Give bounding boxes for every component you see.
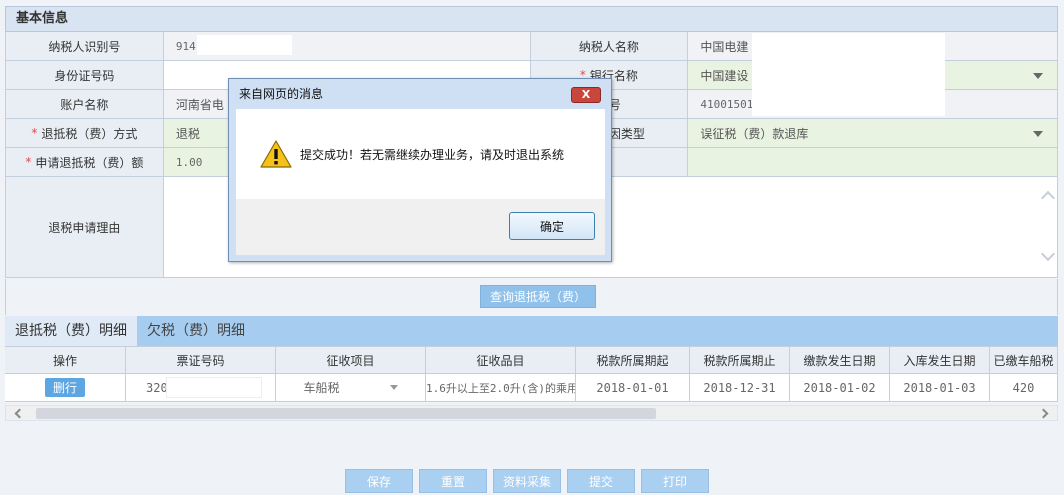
header-period-end: 税款所属期止 [690,347,790,373]
reason-type-select[interactable]: 误征税（费）款退库 [688,119,1058,147]
item-cell[interactable]: 车船税 [276,374,426,401]
table-row: 删行 320 车船税 1.6升以上至2.0升(含)的乘用 2018-01-01 … [5,374,1058,402]
message-dialog: 来自网页的消息 X 提交成功！若无需继续办理业务，请及时退出系统 确定 [228,78,612,262]
sub-item-value: 1.6升以上至2.0升(含)的乘用 [426,381,576,395]
sub-item-cell[interactable]: 1.6升以上至2.0升(含)的乘用 [426,374,576,401]
amount-value: 1.00 [175,155,203,169]
action-cell: 删行 [5,374,126,401]
amount-label: * 申请退抵税（费）额 [6,148,164,176]
refund-method-label-text: 退抵税（费）方式 [41,126,138,141]
dialog-title-bar: 来自网页的消息 X [229,79,611,109]
query-refund-button[interactable]: 查询退抵税（费） [480,285,596,308]
item-value: 车船税 [303,381,340,395]
header-ticket-no: 票证号码 [126,347,276,373]
print-button[interactable]: 打印 [641,469,709,493]
chevron-down-icon [1033,131,1043,137]
header-item: 征收项目 [276,347,426,373]
refund-method-value: 退税 [175,126,200,141]
reset-button[interactable]: 重置 [419,469,487,493]
table-header: 操作 票证号码 征收项目 征收品目 税款所属期起 税款所属期止 缴款发生日期 入… [5,346,1058,374]
header-paid-amount: 已缴车船税 [990,347,1058,373]
paid-amount-cell: 420 [990,374,1058,401]
refund-application-page: 基本信息 纳税人识别号 914 纳税人名称 中国电建 身份证号码 * 银行名称 … [0,0,1064,495]
redaction-mask [166,377,262,398]
scroll-left-icon[interactable] [14,408,25,419]
redaction-mask [196,35,292,55]
submit-button[interactable]: 提交 [567,469,635,493]
tab-arrears-detail[interactable]: 欠税（费）明细 [137,316,255,346]
taxpayer-id-label: 纳税人识别号 [6,32,164,60]
warning-icon [260,140,292,168]
section-title: 基本信息 [5,6,1058,32]
ticket-no-value: 320 [146,380,168,395]
header-sub-item: 征收品目 [426,347,576,373]
pay-date-cell: 2018-01-02 [790,374,890,401]
dialog-message: 提交成功！若无需继续办理业务，请及时退出系统 [300,147,565,162]
scrollbar-thumb[interactable] [36,408,656,419]
dialog-body: 提交成功！若无需继续办理业务，请及时退出系统 确定 [236,109,605,255]
id-card-label: 身份证号码 [6,61,164,89]
required-mark: * [25,155,32,169]
horizontal-scrollbar[interactable] [5,405,1058,421]
reason-label: 退税申请理由 [6,177,164,277]
header-pay-date: 缴款发生日期 [790,347,890,373]
dialog-title: 来自网页的消息 [239,87,324,101]
bank-name-value: 中国建设 [700,68,749,83]
account-name-value: 河南省电 [175,97,224,112]
scroll-down-icon[interactable] [1040,246,1056,262]
collect-data-button[interactable]: 资料采集 [493,469,561,493]
delete-row-button[interactable]: 删行 [44,378,85,397]
dialog-footer: 确定 [236,199,605,255]
detail-table: 操作 票证号码 征收项目 征收品目 税款所属期起 税款所属期止 缴款发生日期 入… [5,346,1058,402]
header-action: 操作 [5,347,126,373]
account-no-value: 410015010 [700,97,760,111]
empty-field [688,148,1058,176]
reason-type-value: 误征税（费）款退库 [700,126,809,141]
close-button[interactable]: X [571,87,601,103]
required-mark: * [31,126,38,140]
taxpayer-id-field[interactable]: 914 [163,32,531,60]
dialog-message-area: 提交成功！若无需继续办理业务，请及时退出系统 [236,109,605,199]
save-button[interactable]: 保存 [345,469,413,493]
header-period-start: 税款所属期起 [576,347,690,373]
scroll-up-icon[interactable] [1040,190,1056,206]
chevron-down-icon [389,385,398,390]
period-start-cell: 2018-01-01 [576,374,690,401]
redaction-mask [752,33,945,116]
scroll-right-icon[interactable] [1038,408,1049,419]
ok-button[interactable]: 确定 [509,212,595,240]
taxpayer-id-value: 914 [175,39,196,53]
account-name-label: 账户名称 [6,90,164,118]
period-end-cell: 2018-12-31 [690,374,790,401]
tab-refund-detail[interactable]: 退抵税（费）明细 [5,316,137,346]
query-row: 查询退抵税（费） [5,279,1058,315]
refund-method-label: * 退抵税（费）方式 [6,119,164,147]
taxpayer-name-value: 中国电建 [700,39,749,54]
taxpayer-name-label: 纳税人名称 [530,32,689,60]
action-bar: 保存 重置 资料采集 提交 打印 [0,467,1064,493]
header-storage-date: 入库发生日期 [890,347,990,373]
chevron-down-icon [1033,73,1043,79]
detail-tabs: 退抵税（费）明细 欠税（费）明细 [5,316,1058,346]
amount-label-text: 申请退抵税（费）额 [35,155,144,170]
ticket-no-cell: 320 [126,374,276,401]
storage-date-cell: 2018-01-03 [890,374,990,401]
